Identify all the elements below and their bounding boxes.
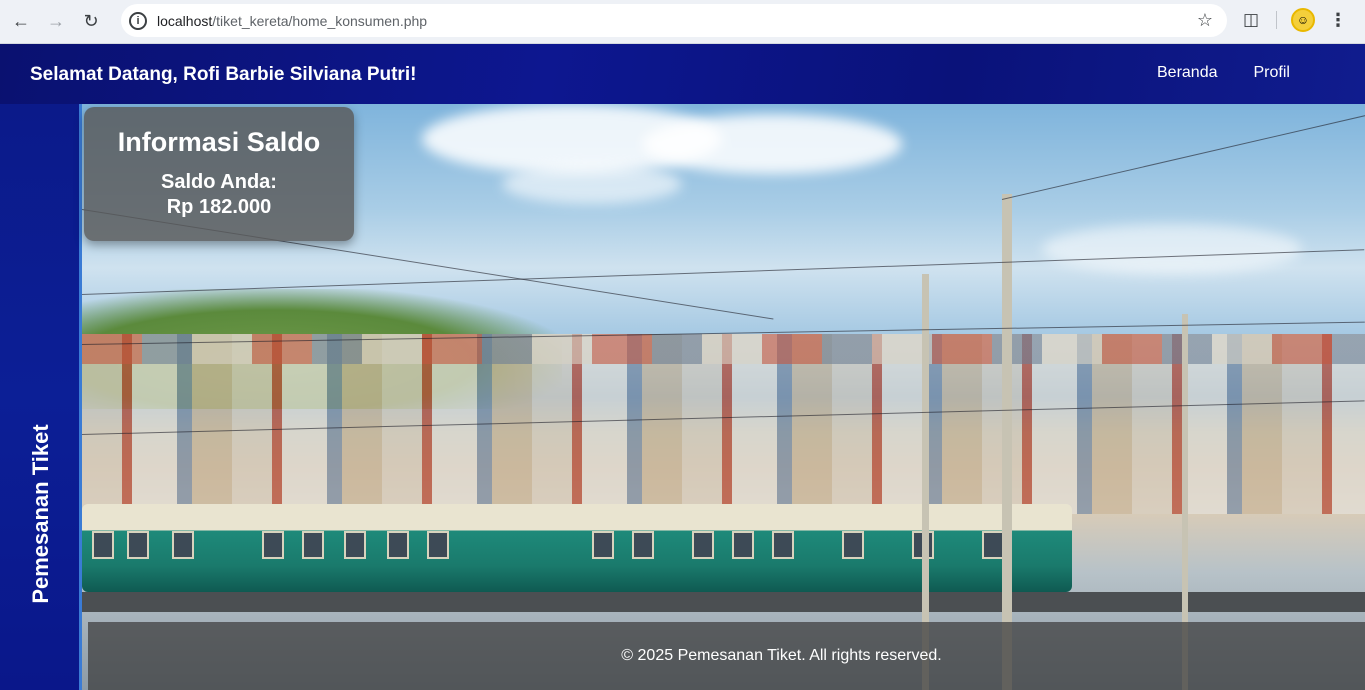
site-nav: Beranda Profil: [1157, 64, 1290, 82]
cloud: [502, 164, 682, 204]
power-line: [1001, 113, 1365, 200]
saldo-label: Saldo Anda:: [161, 171, 277, 193]
train-window: [772, 531, 794, 559]
train-window: [344, 531, 366, 559]
site-info-icon[interactable]: i: [129, 11, 147, 30]
reload-icon[interactable]: ↻: [77, 8, 105, 36]
train-window: [387, 531, 409, 559]
train-window: [92, 531, 114, 559]
site-header: Selamat Datang, Rofi Barbie Silviana Put…: [0, 44, 1365, 104]
train-window: [427, 531, 449, 559]
extensions-icon[interactable]: ◫: [1240, 9, 1262, 31]
toolbar-divider: [1276, 11, 1277, 29]
sidebar-link-pemesanan-tiket[interactable]: Pemesanan Tiket: [28, 424, 54, 603]
url-text[interactable]: localhost/tiket_kereta/home_konsumen.php: [157, 13, 427, 29]
forward-arrow-icon[interactable]: →: [42, 8, 70, 36]
sidebar: Pemesanan Tiket: [0, 104, 82, 690]
browser-toolbar: ← → ↻ i localhost/tiket_kereta/home_kons…: [0, 0, 1365, 44]
kebab-menu-icon[interactable]: ⋮: [1329, 10, 1347, 31]
train-window: [302, 531, 324, 559]
train-window: [842, 531, 864, 559]
railway-track: [82, 592, 1365, 612]
utility-pole: [1002, 194, 1012, 690]
nav-link-profil[interactable]: Profil: [1254, 64, 1290, 82]
back-arrow-icon[interactable]: ←: [7, 8, 35, 36]
url-host: localhost: [157, 12, 213, 29]
profile-avatar-icon[interactable]: ☺: [1291, 8, 1315, 32]
train-window: [732, 531, 754, 559]
train-window: [692, 531, 714, 559]
footer: © 2025 Pemesanan Tiket. All rights reser…: [88, 622, 1365, 690]
welcome-title: Selamat Datang, Rofi Barbie Silviana Put…: [30, 64, 417, 85]
footer-text: © 2025 Pemesanan Tiket. All rights reser…: [621, 647, 942, 664]
train-window: [632, 531, 654, 559]
saldo-title: Informasi Saldo: [117, 127, 321, 157]
saldo-card: Informasi Saldo Saldo Anda: Rp 182.000: [84, 107, 354, 241]
train-window: [982, 531, 1004, 559]
nav-link-beranda[interactable]: Beranda: [1157, 64, 1218, 82]
train-window: [172, 531, 194, 559]
train-window: [592, 531, 614, 559]
cloud: [642, 114, 902, 174]
address-bar[interactable]: i localhost/tiket_kereta/home_konsumen.p…: [121, 4, 1227, 37]
bookmark-star-icon[interactable]: ☆: [1197, 10, 1213, 31]
train-window: [127, 531, 149, 559]
url-path: /tiket_kereta/home_konsumen.php: [212, 12, 428, 29]
cloud: [1042, 224, 1302, 274]
roofs: [82, 334, 1365, 364]
saldo-value: Rp 182.000: [166, 196, 272, 218]
train-window: [262, 531, 284, 559]
